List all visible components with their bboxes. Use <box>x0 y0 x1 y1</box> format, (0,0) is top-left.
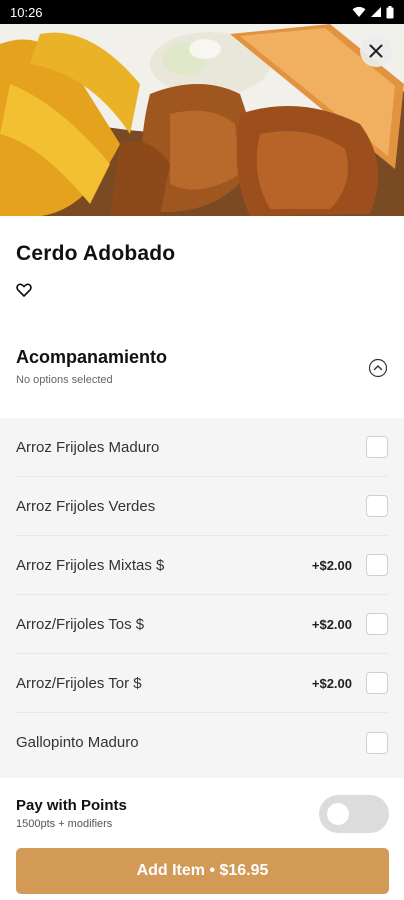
option-price: +$2.00 <box>311 675 352 691</box>
option-checkbox[interactable] <box>366 731 388 754</box>
toggle-knob <box>327 803 349 825</box>
option-label: Arroz/Frijoles Tor $ <box>16 674 142 692</box>
option-label: Arroz/Frijoles Tos $ <box>16 615 145 633</box>
option-row[interactable]: Arroz/Frijoles Tor $ +$2.00 <box>16 654 388 713</box>
option-price: +$2.00 <box>311 616 352 632</box>
signal-icon <box>371 7 381 17</box>
heart-outline-icon <box>16 283 32 297</box>
options-list: Arroz Frijoles Maduro Arroz Frijoles Ver… <box>0 418 404 778</box>
option-checkbox[interactable] <box>366 613 388 635</box>
pay-with-points-toggle[interactable] <box>319 795 389 833</box>
option-checkbox[interactable] <box>366 495 388 517</box>
status-time: 10:26 <box>10 4 43 20</box>
option-label: Gallopinto Maduro <box>16 734 139 751</box>
option-price: +$2.00 <box>311 557 352 573</box>
pay-with-points-title: Pay with Points <box>16 797 127 814</box>
footer-bar: Pay with Points 1500pts + modifiers Add … <box>0 778 404 900</box>
option-checkbox[interactable] <box>366 436 388 458</box>
close-button[interactable] <box>360 35 392 67</box>
add-item-button[interactable]: Add Item • $16.95 <box>16 848 389 894</box>
option-row[interactable]: Arroz Frijoles Maduro <box>16 418 388 477</box>
food-photo-illustration <box>0 24 404 216</box>
status-icons <box>352 5 394 19</box>
chevron-up-circle-icon[interactable] <box>368 358 388 378</box>
option-row[interactable]: Arroz/Frijoles Tos $ +$2.00 <box>16 595 388 654</box>
hero-food-image <box>0 24 404 216</box>
option-row[interactable]: Gallopinto Maduro <box>16 713 388 772</box>
item-title: Cerdo Adobado <box>16 242 176 265</box>
option-label: Arroz Frijoles Maduro <box>16 438 160 456</box>
option-label: Arroz Frijoles Verdes <box>16 497 156 515</box>
wifi-icon <box>352 6 366 17</box>
section-acompanamiento[interactable]: Acompanamiento No options selected <box>16 347 388 397</box>
close-icon <box>369 44 383 58</box>
section-subtitle: No options selected <box>16 374 113 386</box>
battery-icon <box>386 5 394 18</box>
option-label: Arroz Frijoles Mixtas $ <box>16 556 165 574</box>
option-row[interactable]: Arroz Frijoles Verdes <box>16 477 388 536</box>
status-bar: 10:26 <box>0 0 404 24</box>
option-checkbox[interactable] <box>366 672 388 694</box>
option-row[interactable]: Arroz Frijoles Mixtas $ +$2.00 <box>16 536 388 595</box>
favorite-button[interactable] <box>16 282 32 298</box>
option-checkbox[interactable] <box>366 554 388 576</box>
pay-with-points-subtitle: 1500pts + modifiers <box>16 818 113 830</box>
section-title: Acompanamiento <box>16 347 168 367</box>
